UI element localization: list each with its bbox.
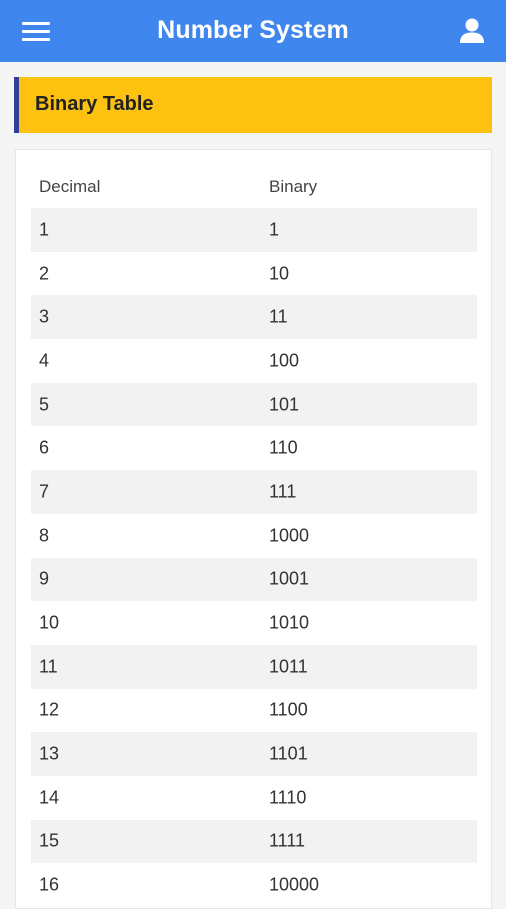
binary-cell: 10000 — [269, 874, 320, 895]
decimal-cell: 5 — [39, 394, 50, 415]
binary-cell: 1100 — [269, 699, 308, 720]
table-row: 12 1100 — [31, 689, 477, 733]
binary-cell: 1 — [269, 219, 280, 240]
section-title: Binary Table — [35, 93, 154, 115]
binary-cell: 1011 — [269, 656, 308, 677]
table-row: 5 101 — [31, 382, 477, 427]
binary-table-card: Decimal Binary 1 1 2 10 3 11 4 100 5 101 6 110 7 111 8… — [15, 149, 492, 909]
table-row: 11 — [31, 208, 477, 252]
decimal-cell: 1 — [39, 219, 50, 240]
binary-cell: 1111 — [269, 830, 306, 851]
table-row: 16 10000 — [31, 863, 477, 907]
binary-cell: 1101 — [269, 743, 308, 764]
user-icon[interactable] — [456, 16, 488, 46]
decimal-cell: 6 — [39, 437, 50, 458]
app-bar: Number System — [0, 0, 506, 62]
decimal-cell: 13 — [39, 743, 60, 764]
decimal-cell: 10 — [39, 612, 60, 633]
binary-column-header: Binary — [269, 176, 318, 196]
binary-cell: 100 — [269, 350, 300, 371]
decimal-cell: 4 — [39, 350, 50, 371]
decimal-column-header: Decimal — [39, 176, 101, 196]
app-title: Number System — [157, 16, 349, 44]
binary-cell: 1110 — [269, 787, 307, 808]
table-row: 7 111 — [31, 470, 477, 514]
decimal-cell: 3 — [39, 306, 50, 327]
binary-cell: 1001 — [269, 568, 310, 589]
binary-cell: 1000 — [269, 525, 310, 546]
table-row: 11 1011 — [31, 644, 477, 689]
binary-table: Decimal Binary 1 1 2 10 3 11 4 100 5 101 6 110 7 111 8… — [31, 165, 477, 907]
table-row: 3 11 — [31, 295, 477, 340]
decimal-cell: 16 — [39, 874, 60, 895]
table-row: 2 10 — [31, 252, 477, 296]
decimal-cell: 12 — [39, 699, 60, 720]
table-row: 6 110 — [31, 426, 477, 470]
decimal-cell: 7 — [39, 481, 50, 502]
section-banner: Binary Table — [14, 77, 492, 133]
decimal-cell: 11 — [39, 656, 58, 677]
decimal-cell: 9 — [39, 568, 50, 589]
table-row: 15 1111 — [31, 819, 477, 864]
binary-cell: 111 — [269, 481, 297, 502]
binary-cell: 10 — [269, 263, 290, 284]
binary-cell: 11 — [269, 306, 288, 327]
binary-cell: 101 — [269, 394, 300, 415]
decimal-cell: 8 — [39, 525, 50, 546]
table-row: 10 1010 — [31, 601, 477, 645]
table-row: 13 1101 — [31, 732, 477, 776]
table-row: 14 1110 — [31, 776, 477, 820]
binary-cell: 110 — [269, 437, 298, 458]
decimal-cell: 15 — [39, 830, 60, 851]
table-row: 9 1001 — [31, 557, 477, 602]
decimal-cell: 14 — [39, 787, 60, 808]
table-row: 8 1000 — [31, 514, 477, 558]
table-header-row: Decimal Binary — [31, 165, 477, 208]
table-row: 4 100 — [31, 339, 477, 383]
binary-cell: 1010 — [269, 612, 310, 633]
decimal-cell: 2 — [39, 263, 50, 284]
